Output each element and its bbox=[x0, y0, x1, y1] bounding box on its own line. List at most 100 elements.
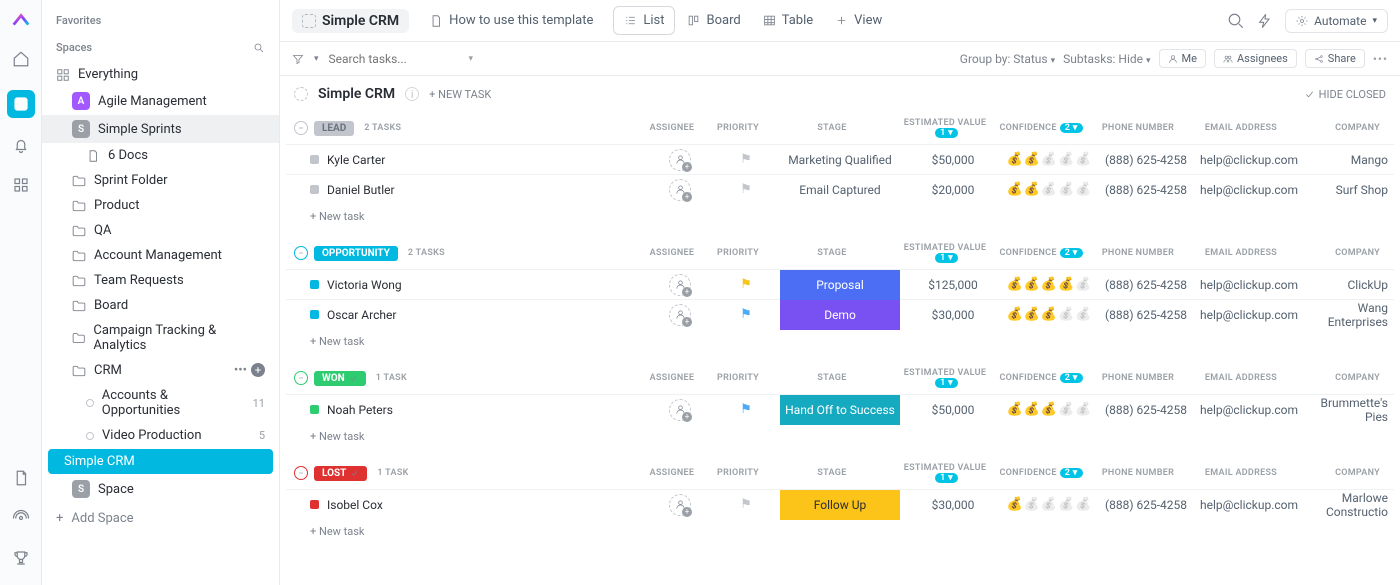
search-input[interactable] bbox=[329, 52, 459, 66]
rail-notifications[interactable] bbox=[12, 136, 30, 158]
email-cell[interactable]: help@clickup.com bbox=[1196, 183, 1302, 197]
sidebar-item[interactable]: Account Management bbox=[42, 243, 279, 268]
stage-cell[interactable]: Email Captured bbox=[780, 175, 900, 205]
collapse-icon[interactable] bbox=[294, 371, 308, 385]
email-cell[interactable]: help@clickup.com bbox=[1196, 498, 1302, 512]
assignee-icon[interactable] bbox=[669, 494, 691, 516]
stage-cell[interactable]: Follow Up bbox=[780, 490, 900, 520]
sidebar-everything[interactable]: Everything bbox=[42, 62, 279, 87]
phone-cell[interactable]: (888) 625-4258 bbox=[1096, 183, 1196, 197]
sidebar-item[interactable]: SSimple Sprints bbox=[42, 115, 279, 143]
assignee-icon[interactable] bbox=[669, 274, 691, 296]
share-button[interactable]: Share bbox=[1305, 49, 1365, 68]
rail-apps[interactable] bbox=[12, 176, 30, 198]
phone-cell[interactable]: (888) 625-4258 bbox=[1096, 153, 1196, 167]
phone-cell[interactable]: (888) 625-4258 bbox=[1096, 403, 1196, 417]
sidebar-item[interactable]: CRM•••+ bbox=[42, 358, 279, 383]
new-task-button[interactable]: + NEW TASK bbox=[429, 88, 491, 101]
info-icon[interactable]: i bbox=[405, 87, 419, 101]
confidence-rating[interactable]: 💰💰💰💰💰 bbox=[1007, 402, 1092, 417]
sidebar-item[interactable]: QA bbox=[42, 218, 279, 243]
group-header[interactable]: LEAD 2 TASKS ASSIGNEE PRIORITY STAGE EST… bbox=[286, 112, 1394, 144]
task-row[interactable]: Oscar Archer ⚑ Demo $30,000 💰💰💰💰💰 (888) … bbox=[286, 299, 1394, 329]
sidebar-item[interactable]: SSpace bbox=[42, 475, 279, 503]
rail-home[interactable] bbox=[12, 50, 30, 72]
rail-pulse[interactable] bbox=[12, 509, 30, 531]
confidence-rating[interactable]: 💰💰💰💰💰 bbox=[1007, 152, 1092, 167]
phone-cell[interactable]: (888) 625-4258 bbox=[1096, 308, 1196, 322]
sidebar-item[interactable]: Campaign Tracking & Analytics bbox=[42, 318, 279, 358]
flag-icon[interactable]: ⚑ bbox=[740, 497, 752, 512]
confidence-rating[interactable]: 💰💰💰💰💰 bbox=[1007, 182, 1092, 197]
add-space-button[interactable]: + Add Space bbox=[42, 503, 279, 534]
flag-icon[interactable]: ⚑ bbox=[740, 182, 752, 197]
breadcrumb[interactable]: Simple CRM bbox=[292, 9, 409, 33]
sidebar-item[interactable]: Video Production5 bbox=[42, 423, 279, 448]
me-filter[interactable]: Me bbox=[1159, 49, 1206, 68]
assignee-icon[interactable] bbox=[669, 149, 691, 171]
company-cell[interactable]: Marlowe Constructio bbox=[1302, 491, 1394, 519]
sidebar-item[interactable]: Product bbox=[42, 193, 279, 218]
phone-cell[interactable]: (888) 625-4258 bbox=[1096, 278, 1196, 292]
rail-tasks[interactable] bbox=[7, 90, 35, 118]
company-cell[interactable]: Wang Enterprises bbox=[1302, 301, 1394, 329]
email-cell[interactable]: help@clickup.com bbox=[1196, 153, 1302, 167]
assignees-filter[interactable]: Assignees bbox=[1214, 49, 1297, 68]
company-cell[interactable]: Mango bbox=[1302, 153, 1394, 167]
sidebar-item[interactable]: Accounts & Opportunities11 bbox=[42, 383, 279, 423]
sidebar-item[interactable]: Team Requests bbox=[42, 268, 279, 293]
stage-cell[interactable]: Hand Off to Success bbox=[780, 395, 900, 425]
task-row[interactable]: Isobel Cox ⚑ Follow Up $30,000 💰💰💰💰💰 (88… bbox=[286, 489, 1394, 519]
task-row[interactable]: Kyle Carter ⚑ Marketing Qualified $50,00… bbox=[286, 144, 1394, 174]
view-tab-list[interactable]: List bbox=[613, 6, 675, 35]
phone-cell[interactable]: (888) 625-4258 bbox=[1096, 498, 1196, 512]
filter-icon[interactable] bbox=[292, 53, 304, 65]
estimated-value[interactable]: $30,000 bbox=[904, 308, 1002, 322]
estimated-value[interactable]: $50,000 bbox=[904, 153, 1002, 167]
new-task-button[interactable]: + New task bbox=[286, 424, 1394, 447]
search-icon[interactable] bbox=[1227, 12, 1245, 30]
favorites-header[interactable]: Favorites bbox=[42, 8, 279, 35]
estimated-value[interactable]: $30,000 bbox=[904, 498, 1002, 512]
email-cell[interactable]: help@clickup.com bbox=[1196, 308, 1302, 322]
bolt-icon[interactable] bbox=[1257, 13, 1273, 29]
estimated-value[interactable]: $20,000 bbox=[904, 183, 1002, 197]
rail-trophy[interactable] bbox=[12, 549, 30, 571]
hide-closed-button[interactable]: HIDE CLOSED bbox=[1304, 88, 1386, 101]
company-cell[interactable]: Brummette's Pies bbox=[1302, 396, 1394, 424]
email-cell[interactable]: help@clickup.com bbox=[1196, 278, 1302, 292]
stage-cell[interactable]: Marketing Qualified bbox=[780, 145, 900, 175]
flag-icon[interactable]: ⚑ bbox=[740, 402, 752, 417]
assignee-icon[interactable] bbox=[669, 179, 691, 201]
flag-icon[interactable]: ⚑ bbox=[740, 307, 752, 322]
chevron-down-icon[interactable]: ▾ bbox=[314, 54, 319, 64]
view-tab-view[interactable]: View bbox=[825, 6, 892, 35]
sidebar-item[interactable]: AAgile Management bbox=[42, 87, 279, 115]
task-row[interactable]: Victoria Wong ⚑ Proposal $125,000 💰💰💰💰💰 … bbox=[286, 269, 1394, 299]
plus-icon[interactable]: + bbox=[251, 363, 265, 377]
flag-icon[interactable]: ⚑ bbox=[740, 152, 752, 167]
more-icon[interactable]: ••• bbox=[1373, 52, 1388, 66]
automate-button[interactable]: Automate ▾ bbox=[1285, 9, 1388, 33]
group-header[interactable]: LOST 1 TASK ASSIGNEE PRIORITY STAGE ESTI… bbox=[286, 457, 1394, 489]
new-task-button[interactable]: + New task bbox=[286, 519, 1394, 542]
new-task-button[interactable]: + New task bbox=[286, 204, 1394, 227]
chevron-down-icon[interactable]: ▾ bbox=[469, 54, 474, 64]
flag-icon[interactable]: ⚑ bbox=[740, 277, 752, 292]
view-tab-board[interactable]: Board bbox=[677, 6, 750, 35]
collapse-icon[interactable] bbox=[294, 466, 308, 480]
assignee-icon[interactable] bbox=[669, 399, 691, 421]
email-cell[interactable]: help@clickup.com bbox=[1196, 403, 1302, 417]
sidebar-item[interactable]: 6 Docs bbox=[42, 143, 279, 168]
confidence-rating[interactable]: 💰💰💰💰💰 bbox=[1007, 307, 1092, 322]
rail-docs[interactable] bbox=[12, 469, 30, 491]
task-row[interactable]: Noah Peters ⚑ Hand Off to Success $50,00… bbox=[286, 394, 1394, 424]
template-link[interactable]: How to use this template bbox=[421, 9, 601, 32]
company-cell[interactable]: ClickUp bbox=[1302, 278, 1394, 292]
new-task-button[interactable]: + New task bbox=[286, 329, 1394, 352]
assignee-icon[interactable] bbox=[669, 304, 691, 326]
group-header[interactable]: WON 1 TASK ASSIGNEE PRIORITY STAGE ESTIM… bbox=[286, 362, 1394, 394]
estimated-value[interactable]: $125,000 bbox=[904, 278, 1002, 292]
sidebar-item[interactable]: Sprint Folder bbox=[42, 168, 279, 193]
confidence-rating[interactable]: 💰💰💰💰💰 bbox=[1007, 277, 1092, 292]
